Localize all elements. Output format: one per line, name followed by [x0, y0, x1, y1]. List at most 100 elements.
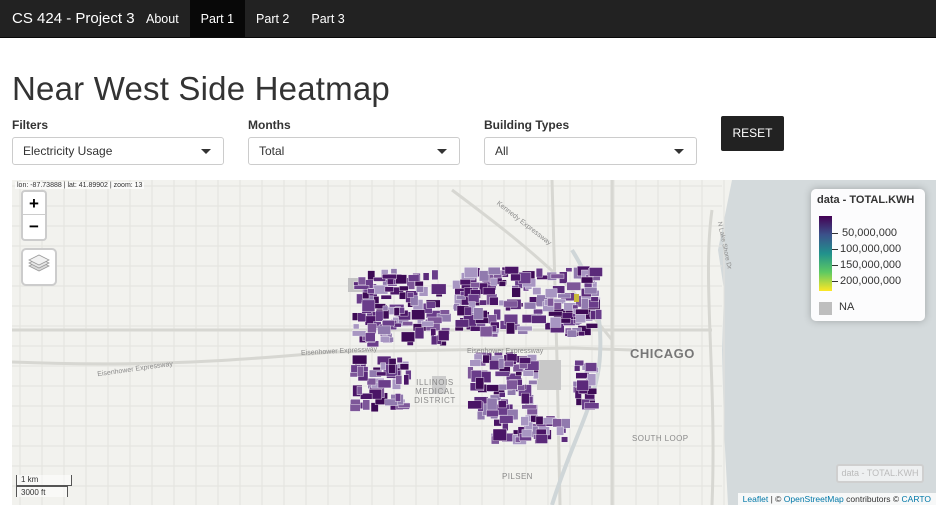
heatmap-block[interactable] — [452, 280, 461, 290]
heatmap-block[interactable] — [439, 309, 450, 315]
heatmap-block[interactable] — [421, 320, 434, 327]
heatmap-block[interactable] — [411, 309, 426, 320]
heatmap-block[interactable] — [475, 377, 485, 390]
heatmap-block[interactable] — [575, 308, 589, 315]
heatmap-block[interactable] — [395, 274, 407, 285]
heatmap-block[interactable] — [552, 418, 563, 428]
heatmap-block[interactable] — [581, 276, 594, 284]
heatmap-block[interactable] — [489, 296, 499, 306]
reset-button[interactable]: RESET — [721, 116, 784, 151]
heatmap-block[interactable] — [574, 294, 579, 302]
heatmap-block[interactable] — [401, 331, 415, 343]
heatmap-block[interactable] — [396, 357, 403, 364]
carto-link[interactable]: CARTO — [902, 494, 931, 504]
heatmap-block[interactable] — [382, 320, 396, 327]
osm-link[interactable]: OpenStreetMap — [784, 494, 844, 504]
heatmap-block[interactable] — [431, 335, 438, 345]
heatmap-block[interactable] — [498, 391, 506, 398]
heatmap-block[interactable] — [376, 371, 387, 377]
heatmap-block[interactable] — [482, 354, 490, 364]
leaflet-link[interactable]: Leaflet — [743, 494, 769, 504]
zoom-out-button[interactable]: − — [23, 215, 45, 238]
heatmap-block[interactable] — [353, 323, 360, 330]
heatmap-block[interactable] — [561, 436, 568, 443]
heatmap-block[interactable] — [547, 297, 554, 307]
heatmap-block[interactable] — [504, 360, 514, 368]
heatmap-block[interactable] — [395, 393, 402, 402]
months-select[interactable]: Total — [248, 137, 460, 165]
heatmap-block[interactable] — [584, 286, 598, 295]
heatmap-block[interactable] — [556, 426, 565, 436]
heatmap-block[interactable] — [498, 358, 505, 369]
heatmap-block[interactable] — [414, 281, 424, 287]
heatmap-block[interactable] — [581, 298, 589, 310]
heatmap-block[interactable] — [356, 386, 363, 395]
heatmap-block[interactable] — [422, 272, 430, 281]
heatmap-block[interactable] — [426, 301, 436, 309]
heatmap-block[interactable] — [494, 371, 510, 377]
heatmap-block[interactable] — [479, 326, 493, 337]
heatmap-block[interactable] — [486, 397, 498, 411]
heatmap-block[interactable] — [506, 322, 515, 335]
heatmap-block[interactable] — [535, 434, 548, 444]
heatmap-block[interactable] — [519, 357, 531, 364]
heatmap-block[interactable] — [403, 374, 410, 386]
heatmap-block[interactable] — [414, 327, 425, 340]
heatmap-block[interactable] — [531, 315, 547, 324]
heatmap-block[interactable] — [367, 323, 377, 335]
heatmap-block[interactable] — [521, 392, 530, 405]
heatmap-block[interactable] — [362, 399, 370, 411]
heatmap-block[interactable] — [532, 287, 542, 295]
heatmap-block[interactable] — [482, 287, 496, 296]
heatmap-block[interactable] — [595, 309, 602, 320]
heatmap-block[interactable] — [504, 266, 519, 275]
heatmap-block[interactable] — [517, 384, 526, 391]
heatmap-block[interactable] — [393, 307, 400, 316]
heatmap-block[interactable] — [361, 299, 376, 313]
tab-part-1[interactable]: Part 1 — [189, 0, 246, 38]
heatmap-block[interactable] — [565, 267, 573, 272]
heatmap-block[interactable] — [548, 310, 563, 317]
heatmap-block[interactable] — [431, 269, 439, 281]
app-brand[interactable]: CS 424 - Project 3 — [12, 0, 135, 38]
heatmap-block[interactable] — [528, 380, 538, 385]
heatmap-block[interactable] — [533, 308, 543, 315]
heatmap-block[interactable] — [459, 279, 471, 286]
heatmap-block[interactable] — [498, 400, 507, 409]
heatmap-block[interactable] — [486, 409, 499, 417]
heatmap-block[interactable] — [490, 277, 498, 287]
heatmap-block[interactable] — [357, 276, 366, 286]
heatmap-block[interactable] — [585, 362, 597, 372]
heatmap-block[interactable] — [506, 379, 518, 390]
heatmap-block[interactable] — [357, 312, 367, 322]
heatmap-block[interactable] — [402, 321, 413, 326]
heatmap-block[interactable] — [535, 416, 544, 425]
heatmap-block[interactable] — [520, 416, 530, 426]
heatmap-block[interactable] — [473, 307, 484, 320]
tab-part-3[interactable]: Part 3 — [300, 0, 355, 38]
zoom-in-button[interactable]: + — [23, 192, 45, 215]
heatmap-block[interactable] — [380, 336, 390, 343]
layers-button[interactable] — [21, 248, 57, 286]
heatmap-block[interactable] — [479, 270, 490, 282]
heatmap-block[interactable] — [399, 363, 409, 371]
heatmap-block[interactable] — [384, 286, 394, 293]
heatmap-block[interactable] — [521, 429, 533, 438]
heatmap-block[interactable] — [590, 296, 599, 302]
heatmap-block[interactable] — [365, 332, 376, 342]
heatmap-block[interactable] — [455, 319, 470, 328]
heatmap-block[interactable] — [464, 267, 479, 279]
heatmap-block[interactable] — [510, 273, 521, 282]
heatmap-block[interactable] — [492, 428, 507, 442]
heatmap-block[interactable] — [399, 285, 409, 291]
heatmap-block[interactable] — [367, 288, 375, 294]
heatmap-block[interactable] — [431, 283, 447, 295]
heatmap-block[interactable] — [557, 293, 571, 299]
heatmap-block[interactable] — [377, 379, 392, 389]
heatmap-block[interactable] — [566, 329, 577, 338]
heatmap-block[interactable] — [524, 302, 537, 310]
heatmap-block[interactable] — [469, 359, 482, 367]
heatmap-block[interactable] — [398, 307, 405, 314]
heatmap-block[interactable] — [545, 288, 558, 298]
heatmap-block[interactable] — [353, 284, 370, 290]
